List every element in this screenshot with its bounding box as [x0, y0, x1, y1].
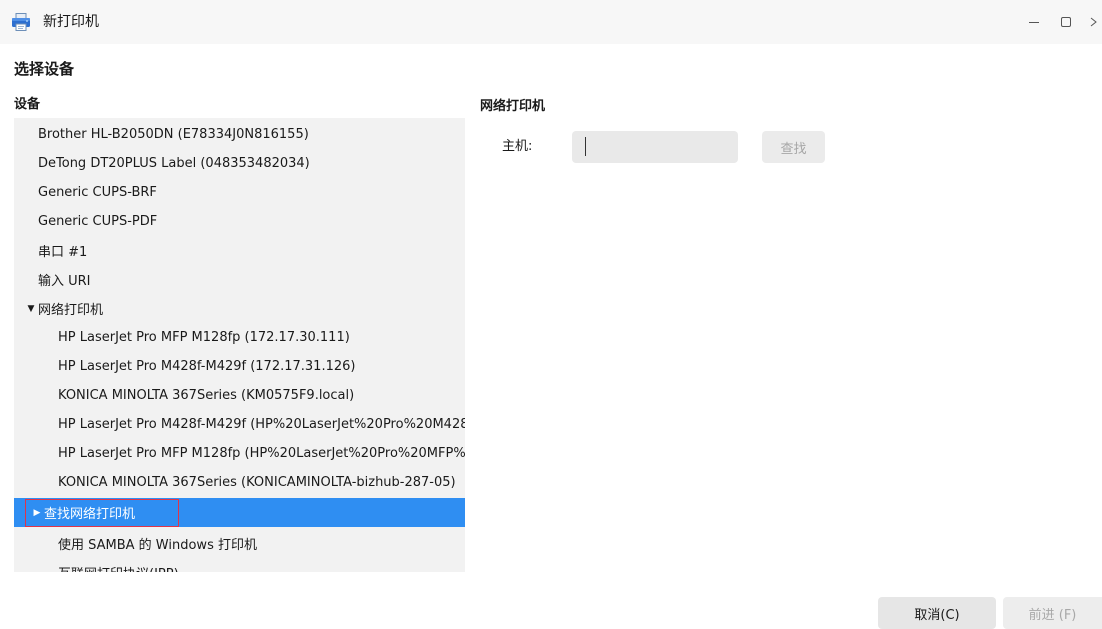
device-item[interactable]: HP LaserJet Pro M428f-M429f (HP%20LaserJ…: [14, 410, 465, 439]
device-item[interactable]: 使用 SAMBA 的 Windows 打印机: [14, 529, 465, 558]
forward-button[interactable]: 前进 (F): [1003, 597, 1102, 629]
printer-icon: [12, 13, 30, 31]
find-button[interactable]: 查找: [762, 131, 825, 163]
device-item[interactable]: Generic CUPS-BRF: [14, 178, 465, 207]
device-item-label: HP LaserJet Pro MFP M128fp (172.17.30.11…: [58, 330, 350, 345]
device-item[interactable]: KONICA MINOLTA 367Series (KONICAMINOLTA-…: [14, 468, 465, 497]
expand-right-icon[interactable]: ▶: [30, 508, 44, 518]
device-item[interactable]: 输入 URI: [14, 265, 465, 294]
device-item-find-network-printer[interactable]: ▶ 查找网络打印机: [14, 498, 465, 527]
text-caret: [585, 137, 586, 156]
device-item-label: 串口 #1: [38, 245, 88, 260]
host-input[interactable]: [572, 131, 738, 163]
minimize-icon[interactable]: [1026, 12, 1042, 32]
title-bar: 新打印机: [0, 0, 1102, 44]
device-item-label: 使用 SAMBA 的 Windows 打印机: [58, 538, 257, 553]
device-item-label: Generic CUPS-PDF: [38, 214, 158, 229]
window-title: 新打印机: [43, 14, 99, 30]
device-item-label: HP LaserJet Pro MFP M128fp (HP%20LaserJe…: [58, 446, 465, 461]
expand-down-icon[interactable]: ▼: [24, 304, 38, 314]
device-item[interactable]: HP LaserJet Pro MFP M128fp (172.17.30.11…: [14, 323, 465, 352]
device-list[interactable]: Brother HL-B2050DN (E78334J0N816155) DeT…: [14, 118, 465, 572]
device-item-label: DeTong DT20PLUS Label (048353482034): [38, 156, 310, 171]
device-item-label: 网络打印机: [38, 303, 104, 318]
device-item[interactable]: HP LaserJet Pro MFP M128fp (HP%20LaserJe…: [14, 439, 465, 468]
device-item-label: 查找网络打印机: [44, 507, 136, 522]
device-item-label: HP LaserJet Pro M428f-M429f (HP%20LaserJ…: [58, 417, 465, 432]
device-item-label: Generic CUPS-BRF: [38, 185, 157, 200]
cancel-button[interactable]: 取消(C): [878, 597, 996, 629]
device-item-label: KONICA MINOLTA 367Series (KONICAMINOLTA-…: [58, 475, 456, 490]
device-item-label: 互联网打印协议(IPP): [58, 563, 179, 572]
host-label: 主机:: [502, 139, 533, 154]
device-item[interactable]: 串口 #1: [14, 236, 465, 265]
maximize-icon[interactable]: [1058, 12, 1074, 32]
page-title: 选择设备: [14, 60, 75, 78]
device-item-label: HP LaserJet Pro M428f-M429f (172.17.31.1…: [58, 359, 356, 374]
device-item-label: Brother HL-B2050DN (E78334J0N816155): [38, 127, 309, 142]
device-item-label: KONICA MINOLTA 367Series (KM0575F9.local…: [58, 388, 355, 403]
devices-label: 设备: [14, 97, 41, 112]
device-item[interactable]: Generic CUPS-PDF: [14, 207, 465, 236]
device-item[interactable]: 互联网打印协议(IPP): [14, 558, 465, 572]
device-item[interactable]: KONICA MINOLTA 367Series (KM0575F9.local…: [14, 381, 465, 410]
device-item[interactable]: Brother HL-B2050DN (E78334J0N816155): [14, 120, 465, 149]
device-item[interactable]: DeTong DT20PLUS Label (048353482034): [14, 149, 465, 178]
network-printer-heading: 网络打印机: [480, 99, 546, 114]
close-icon[interactable]: [1088, 12, 1100, 32]
device-item[interactable]: HP LaserJet Pro M428f-M429f (172.17.31.1…: [14, 352, 465, 381]
device-group-network-printers[interactable]: ▼ 网络打印机: [14, 294, 465, 323]
device-item-label: 输入 URI: [38, 274, 91, 289]
